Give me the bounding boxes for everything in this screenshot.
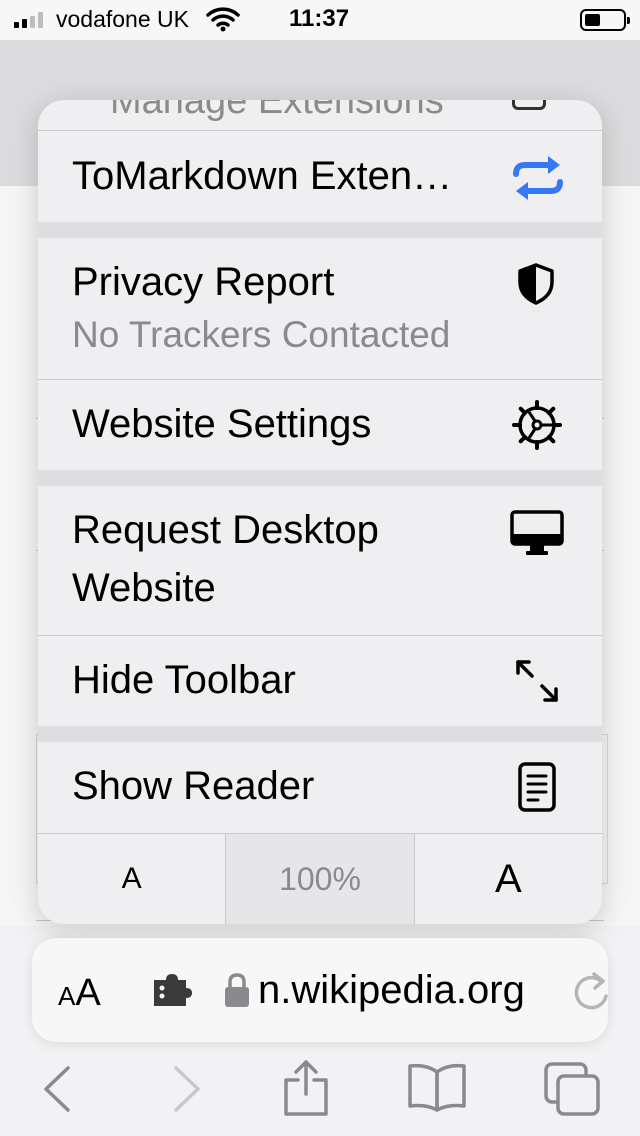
address-bar[interactable]: AA n.wikipedia.org [32,938,608,1042]
reload-icon[interactable] [572,970,612,1017]
bookmarks-icon[interactable] [406,1062,468,1119]
extension-puzzle-icon[interactable] [152,974,194,1013]
format-label-small: A [58,981,76,1011]
decrease-text-size-label: A [121,862,142,895]
menu-item-label: Show Reader [72,764,315,808]
lock-icon [224,972,250,1013]
decrease-text-size-button[interactable]: A [38,834,227,924]
menu-item-label: Hide Toolbar [72,658,296,702]
menu-item-label: Website Settings [72,402,372,446]
format-label-large: A [75,972,101,1014]
shield-icon [516,262,556,311]
zoom-level-button[interactable]: 100% [226,834,415,924]
forward-icon[interactable] [172,1064,202,1119]
reader-icon [518,762,556,817]
menu-item-website-settings[interactable]: Website Settings [38,380,602,470]
menu-item-tomarkdown-extension[interactable]: ToMarkdown Exten… [38,132,602,222]
menu-item-label: Manage Extensions [110,100,444,122]
menu-item-privacy-report[interactable]: Privacy Report No Trackers Contacted [38,238,602,379]
menu-item-hide-toolbar[interactable]: Hide Toolbar [38,636,602,726]
gear-icon [512,400,562,455]
extensions-icon [512,100,546,110]
desktop-icon [510,510,564,561]
share-icon[interactable] [282,1058,330,1123]
menu-item-label-line1: Request Desktop [72,508,379,552]
text-zoom-controls: A 100% A [38,833,602,924]
status-bar: vodafone UK 11:37 [0,0,640,40]
expand-arrows-icon [514,658,560,709]
menu-item-manage-extensions[interactable]: Manage Extensions [38,100,602,131]
zoom-level-value: 100% [279,860,361,897]
signal-strength-icon [14,12,43,28]
tabs-icon[interactable] [544,1062,602,1121]
arrows-swap-icon [512,154,564,207]
menu-item-show-reader[interactable]: Show Reader [38,742,602,833]
menu-item-label-line2: Website [72,566,216,610]
menu-item-label: Privacy Report [72,260,335,304]
page-format-button[interactable]: AA [58,972,101,1015]
status-time: 11:37 [289,5,350,32]
menu-item-request-desktop-website[interactable]: Request Desktop Website [38,486,602,635]
url-domain: n.wikipedia.org [258,968,525,1012]
bottom-toolbar [0,1042,640,1136]
page-menu: Manage Extensions ToMarkdown Exten… Priv… [38,100,602,924]
wifi-icon [206,6,240,39]
privacy-report-subtitle: No Trackers Contacted [72,314,451,355]
back-icon[interactable] [42,1064,72,1119]
battery-icon [580,9,630,31]
increase-text-size-label: A [494,856,522,901]
carrier-name: vodafone UK [56,6,189,32]
increase-text-size-button[interactable]: A [415,834,602,924]
menu-item-label: ToMarkdown Exten… [72,154,453,198]
